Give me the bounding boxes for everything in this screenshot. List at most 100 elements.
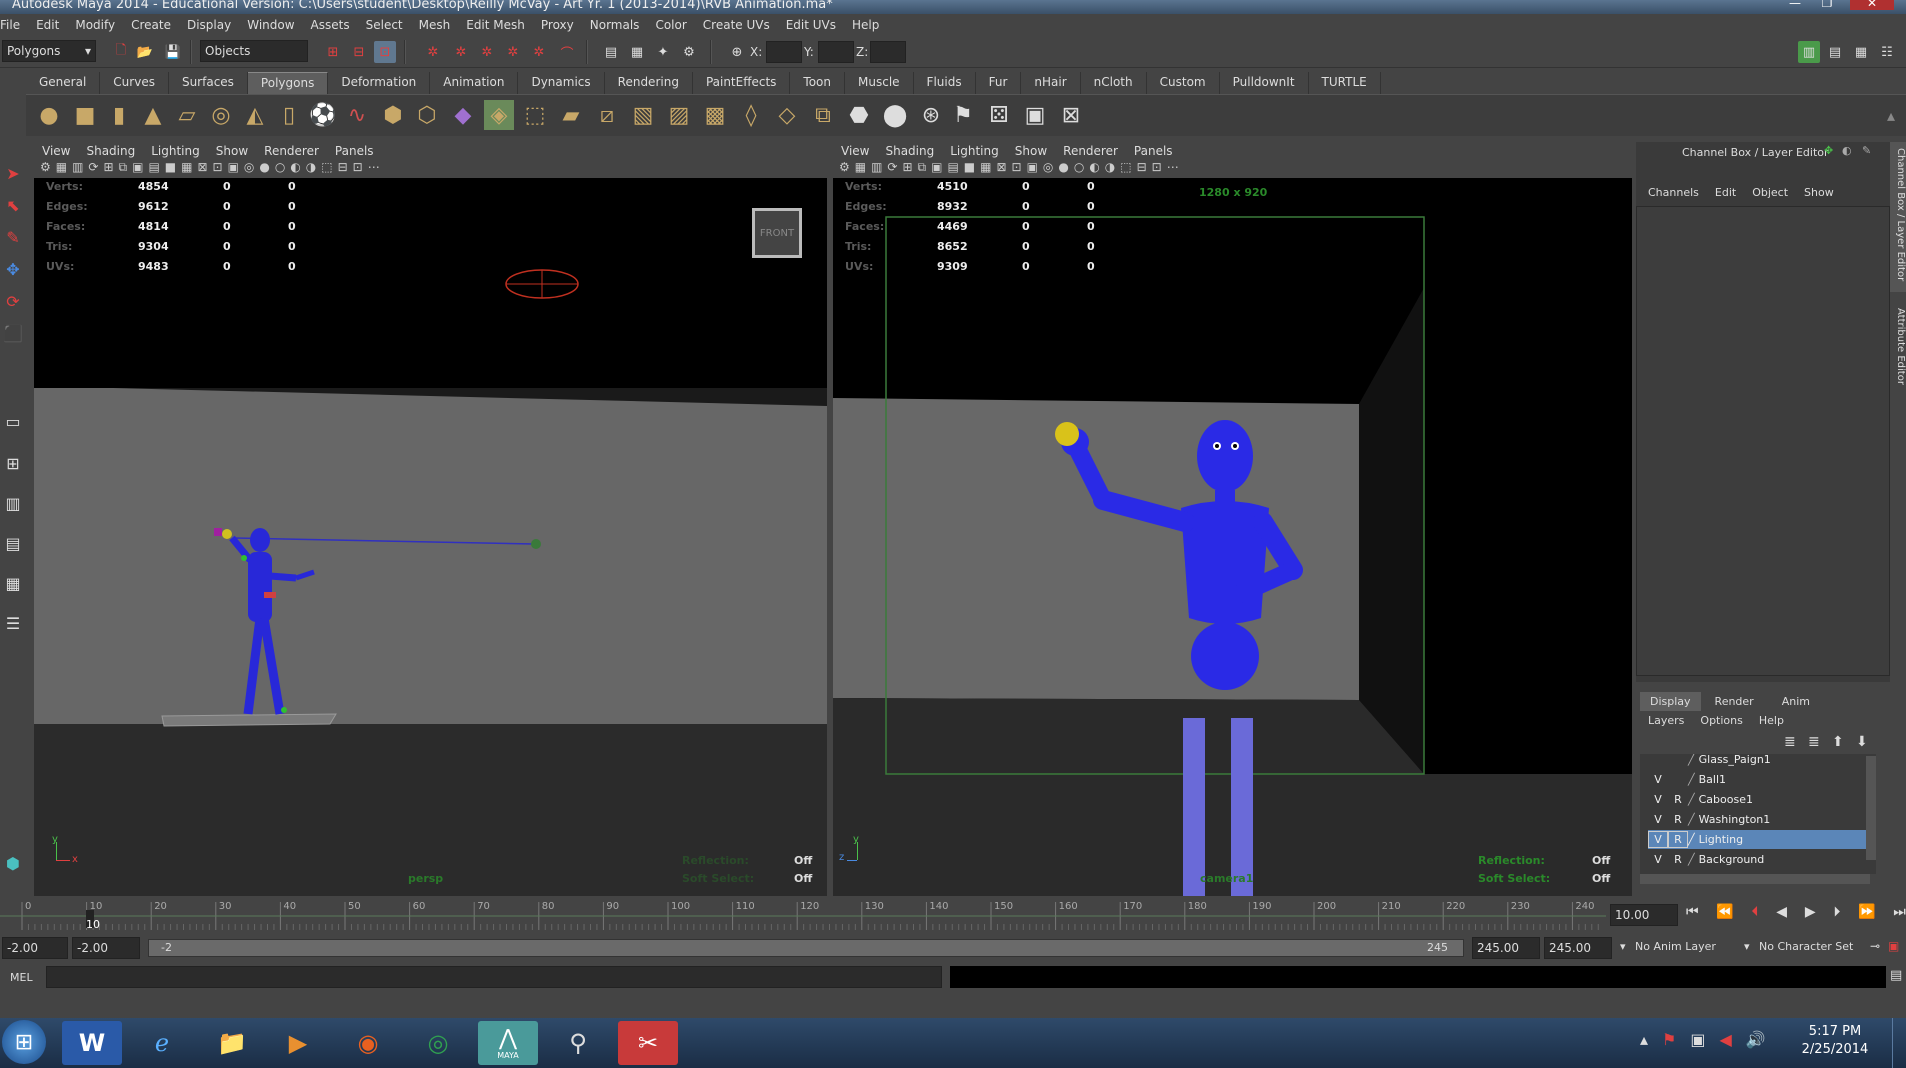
- persp-menu-panels[interactable]: Panels: [327, 144, 382, 158]
- layer-reference-toggle[interactable]: [1668, 754, 1688, 768]
- layer-list-scrollbar[interactable]: [1866, 756, 1876, 860]
- channel-box-pin-icon[interactable]: ✎: [1862, 144, 1871, 157]
- layer-tab-display[interactable]: Display: [1640, 692, 1701, 711]
- channel-box-menu-object[interactable]: Object: [1744, 186, 1796, 199]
- bridge-icon[interactable]: ⬚: [520, 100, 550, 130]
- poly-cube-icon[interactable]: ■: [70, 100, 100, 130]
- channel-box-options-icon[interactable]: ◐: [1842, 144, 1852, 157]
- mirror-geometry-icon[interactable]: ⧉: [808, 100, 838, 130]
- minimize-button[interactable]: —: [1782, 0, 1808, 10]
- auto-mapping-icon[interactable]: ⚑: [948, 100, 978, 130]
- poly-soccer-ball-icon[interactable]: ⚽: [308, 100, 338, 130]
- viewport-persp[interactable]: View Shading Lighting Show Renderer Pane…: [34, 142, 827, 896]
- shelf-tab-general[interactable]: General: [26, 72, 101, 94]
- menu-select[interactable]: Select: [358, 18, 411, 32]
- render-frame-icon[interactable]: ▦: [626, 41, 648, 63]
- scale-tool-icon[interactable]: ⬛: [1, 320, 25, 346]
- menu-create-uvs[interactable]: Create UVs: [695, 18, 778, 32]
- tray-expand-icon[interactable]: ▴: [1640, 1030, 1648, 1049]
- rotate-tool-icon[interactable]: ⟳: [1, 288, 25, 314]
- toggle-channel-box-icon[interactable]: ▦: [1850, 41, 1872, 63]
- view-cube[interactable]: FRONT: [752, 208, 802, 258]
- layer-reference-toggle[interactable]: R: [1668, 851, 1688, 868]
- layer-list-hscrollbar[interactable]: [1640, 874, 1870, 884]
- layer-reference-toggle[interactable]: R: [1668, 791, 1688, 808]
- range-bar[interactable]: -2 245: [148, 939, 1464, 957]
- poly-prism-icon[interactable]: ◭: [240, 100, 270, 130]
- step-forward-icon[interactable]: ⏩: [1858, 904, 1875, 926]
- menu-modify[interactable]: Modify: [67, 18, 123, 32]
- menu-color[interactable]: Color: [647, 18, 694, 32]
- chrome-icon[interactable]: ◎: [408, 1021, 468, 1065]
- camera-menu-view[interactable]: View: [833, 144, 877, 158]
- poly-helix-icon[interactable]: ∿: [342, 100, 372, 130]
- character-set-dropdown[interactable]: ▾ No Character Set: [1744, 940, 1874, 953]
- camera-menu-shading[interactable]: Shading: [877, 144, 942, 158]
- offset-edge-loop-icon[interactable]: ▨: [664, 100, 694, 130]
- x-field[interactable]: [766, 41, 802, 63]
- spherical-mapping-icon[interactable]: ⊛: [916, 100, 946, 130]
- menu-help[interactable]: Help: [844, 18, 887, 32]
- extrude-icon[interactable]: ◈: [484, 100, 514, 130]
- menu-set-dropdown[interactable]: Polygons ▾: [2, 40, 96, 62]
- play-forwards-icon[interactable]: ▶: [1805, 904, 1816, 926]
- shelf-scroll-icon[interactable]: ▴: [1876, 100, 1906, 130]
- shelf-tab-surfaces[interactable]: Surfaces: [169, 72, 248, 94]
- playback-start-field[interactable]: -2.00: [72, 937, 140, 959]
- layer-visibility-toggle[interactable]: V: [1648, 811, 1668, 828]
- cylindrical-mapping-icon[interactable]: ⬤: [880, 100, 910, 130]
- layer-row-background[interactable]: V R ╱ Background: [1648, 850, 1874, 869]
- layer-row-ball1[interactable]: V ╱ Ball1: [1648, 770, 1874, 789]
- insert-edge-loop-icon[interactable]: ▧: [628, 100, 658, 130]
- firefox-icon[interactable]: ◉: [338, 1021, 398, 1065]
- layer-reference-toggle[interactable]: [1668, 771, 1688, 788]
- layout-icon[interactable]: ☷: [1876, 41, 1898, 63]
- move-tool-icon[interactable]: ✥: [1, 256, 25, 282]
- camera-menu-show[interactable]: Show: [1007, 144, 1055, 158]
- network-icon[interactable]: ▣: [1690, 1030, 1705, 1049]
- bevel-icon[interactable]: ▩: [700, 100, 730, 130]
- poly-plane-icon[interactable]: ▱: [172, 100, 202, 130]
- channel-box-menu-show[interactable]: Show: [1796, 186, 1842, 199]
- layer-row-caboose1[interactable]: V R ╱ Caboose1: [1648, 790, 1874, 809]
- step-back-key-icon[interactable]: ⏴: [1752, 904, 1759, 926]
- menu-window[interactable]: Window: [239, 18, 302, 32]
- menu-normals[interactable]: Normals: [582, 18, 648, 32]
- snap-point-icon[interactable]: ✲: [476, 41, 498, 63]
- go-to-end-icon[interactable]: ⏭: [1893, 904, 1906, 926]
- auto-key-icon[interactable]: ⊸: [1870, 939, 1880, 953]
- persp-menu-renderer[interactable]: Renderer: [256, 144, 327, 158]
- end-time-field[interactable]: 245.00: [1544, 937, 1612, 959]
- four-view-layout-icon[interactable]: ⊞: [1, 450, 25, 476]
- channel-box-icon[interactable]: ✥: [1824, 144, 1833, 157]
- layer-reference-toggle[interactable]: R: [1668, 831, 1688, 848]
- shelf-tab-fur[interactable]: Fur: [976, 72, 1022, 94]
- layer-tab-render[interactable]: Render: [1701, 692, 1768, 711]
- layer-menu-layers[interactable]: Layers: [1640, 714, 1692, 727]
- panel-toolbar-icons[interactable]: ⚙▦▥⟳⊞⧉▣▤■▦⊠⊡▣◎●○◐◑⬚⊟⊡⋯: [839, 160, 1184, 174]
- layer-row-lighting[interactable]: V R ╱ Lighting: [1648, 830, 1874, 849]
- menu-display[interactable]: Display: [179, 18, 239, 32]
- shelf-tab-muscle[interactable]: Muscle: [845, 72, 914, 94]
- shelf-tab-nhair[interactable]: nHair: [1021, 72, 1081, 94]
- shelf-tab-ncloth[interactable]: nCloth: [1081, 72, 1147, 94]
- paint-select-tool-icon[interactable]: ✎: [1, 224, 25, 250]
- snipping-tool-icon[interactable]: ✂: [618, 1021, 678, 1065]
- channel-box-menu-edit[interactable]: Edit: [1707, 186, 1744, 199]
- menu-edit[interactable]: Edit: [28, 18, 67, 32]
- command-input[interactable]: [46, 966, 942, 988]
- menu-proxy[interactable]: Proxy: [533, 18, 582, 32]
- select-object-icon[interactable]: ⊟: [348, 41, 370, 63]
- layer-row-glass-paign1[interactable]: ╱ Glass_Paign1: [1648, 754, 1874, 769]
- render-settings-icon[interactable]: ⚙: [678, 41, 700, 63]
- move-layer-down-icon[interactable]: ⬇: [1856, 734, 1868, 750]
- maya-icon[interactable]: ⋀ MAYA: [478, 1021, 538, 1065]
- split-polygon-icon[interactable]: ⧄: [592, 100, 622, 130]
- channel-list[interactable]: [1636, 206, 1890, 676]
- single-perspective-layout-icon[interactable]: ▭: [1, 408, 25, 434]
- anim-layer-dropdown[interactable]: ▾ No Anim Layer: [1620, 940, 1740, 953]
- uv-editor-icon[interactable]: ▣: [1020, 100, 1050, 130]
- camera-menu-lighting[interactable]: Lighting: [942, 144, 1007, 158]
- start-button[interactable]: ⊞: [2, 1020, 46, 1064]
- zbrush-icon[interactable]: ⚲: [548, 1021, 608, 1065]
